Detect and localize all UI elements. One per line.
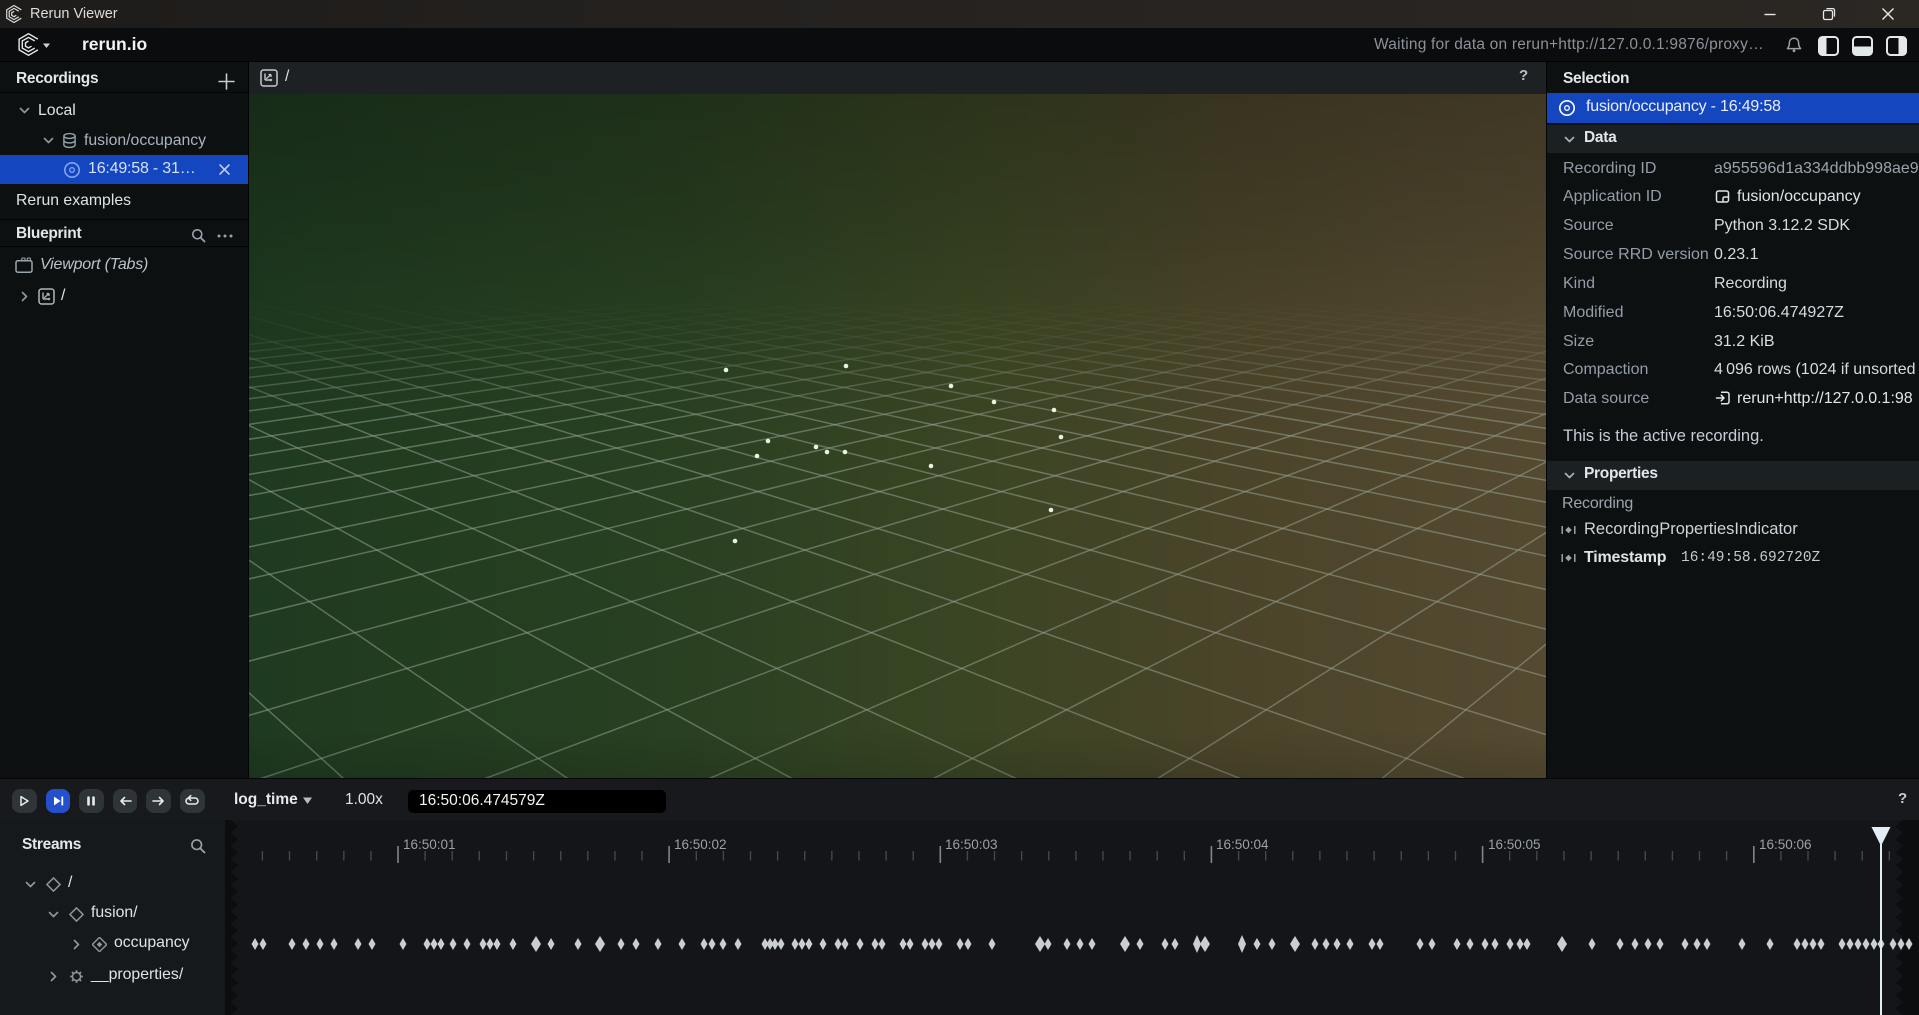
svg-text:16:50:04: 16:50:04 [1216,837,1269,852]
svg-text:16:50:01: 16:50:01 [403,837,456,852]
svg-text:16:50:02: 16:50:02 [674,837,727,852]
svg-text:16:50:03: 16:50:03 [945,837,998,852]
svg-text:16:50:06: 16:50:06 [1759,837,1812,852]
svg-text:16:50:05: 16:50:05 [1488,837,1541,852]
